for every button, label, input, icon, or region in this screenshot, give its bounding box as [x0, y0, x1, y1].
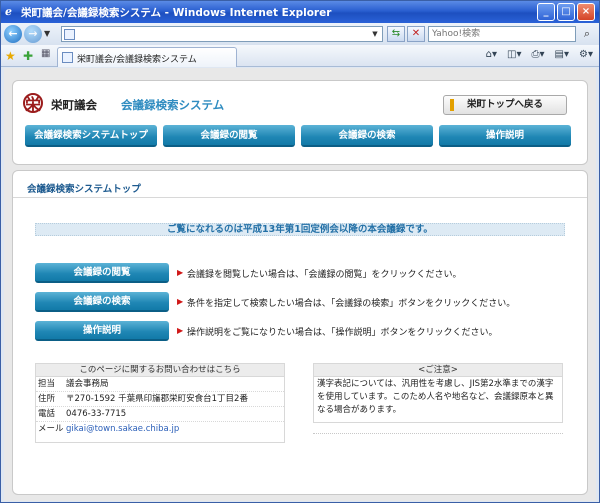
tab-bar: ★ ✚ ▦ 栄町議会/会議録検索システム ⌂▾ ◫▾ ⎙▾ ▤▾ ⚙▾: [1, 45, 599, 67]
town-top-button-label: 栄町トップへ戻る: [466, 99, 543, 110]
contact-row: メール gikai@town.sakae.chiba.jp: [36, 422, 284, 437]
note-box: <ご注意> 漢字表記については、汎用性を考慮し、JIS第2水準までの漢字を使用し…: [313, 363, 563, 423]
browse-description: 会議録を閲覧したい場合は、「会議録の閲覧」をクリックください。: [187, 270, 462, 280]
back-button[interactable]: ←: [4, 25, 22, 43]
contact-label: 住所: [38, 394, 56, 404]
search-input[interactable]: [429, 27, 561, 41]
help-button[interactable]: 操作説明: [35, 321, 169, 341]
search-button[interactable]: 会議録の検索: [35, 292, 169, 312]
button-marker-icon: [450, 99, 454, 111]
header-card: 栄 栄町議会 会議録検索システム 栄町トップへ戻る 会議録検索システムトップ 会…: [12, 80, 588, 165]
window-controls: _ □ ×: [537, 3, 595, 21]
search-description: 条件を指定して検索したい場合は、「会議録の検索」ボタンをクリックください。: [187, 299, 516, 309]
arrow-right-icon: ▶: [177, 326, 184, 335]
contact-row: 電話 0476-33-7715: [36, 407, 284, 422]
notice-banner: ご覧になれるのは平成13年第1回定例会以降の本会議録です。: [35, 223, 565, 236]
add-favorite-icon[interactable]: ✚: [23, 49, 33, 63]
favorites-star-icon[interactable]: ★: [5, 49, 16, 63]
browser-window: ℯ 栄町議会/会議録検索システム - Windows Internet Expl…: [0, 0, 600, 503]
contact-row: 住所 〒270-1592 千葉県印旛郡栄町安食台1丁目2番: [36, 392, 284, 407]
close-button[interactable]: ×: [577, 3, 595, 21]
tab-current[interactable]: 栄町議会/会議録検索システム: [57, 47, 237, 67]
home-icon[interactable]: ⌂▾: [486, 49, 497, 60]
search-box[interactable]: [428, 26, 576, 42]
main-card: 会議録検索システムトップ ご覧になれるのは平成13年第1回定例会以降の本会議録で…: [12, 170, 588, 495]
window-title: 栄町議会/会議録検索システム - Windows Internet Explor…: [21, 7, 332, 19]
contact-label: メール: [38, 424, 64, 434]
divider: [13, 197, 587, 198]
contact-label: 担当: [38, 379, 56, 389]
arrow-right-icon: ▶: [177, 297, 184, 306]
title-bar: ℯ 栄町議会/会議録検索システム - Windows Internet Expl…: [1, 1, 599, 23]
page-menu-icon[interactable]: ▤▾: [555, 49, 569, 60]
section-title: 会議録検索システムトップ: [27, 184, 141, 195]
town-emblem-icon: 栄: [23, 93, 43, 114]
page-icon: [64, 29, 75, 40]
refresh-button[interactable]: ⇆: [387, 26, 405, 42]
contact-value: 0476-33-7715: [66, 409, 127, 419]
stop-button[interactable]: ✕: [407, 26, 425, 42]
tools-gear-icon[interactable]: ⚙▾: [579, 49, 593, 60]
contact-heading: このページに関するお問い合わせはこちら: [36, 364, 284, 377]
main-nav: 会議録検索システムトップ 会議録の閲覧 会議録の検索 操作説明: [25, 125, 577, 147]
feeds-icon[interactable]: ◫▾: [507, 49, 521, 60]
arrow-right-icon: ▶: [177, 268, 184, 277]
page-icon: [62, 52, 73, 63]
email-link[interactable]: gikai@town.sakae.chiba.jp: [66, 424, 179, 434]
note-heading: <ご注意>: [314, 364, 562, 377]
nav-help[interactable]: 操作説明: [439, 125, 571, 147]
note-body: 漢字表記については、汎用性を考慮し、JIS第2水準までの漢字を使用しています。こ…: [317, 379, 554, 415]
tab-list-icon[interactable]: ▦: [41, 48, 55, 64]
address-toolbar: ← → ▼ ▼ ⇆ ✕ ⌕: [1, 23, 599, 45]
nav-browse[interactable]: 会議録の閲覧: [163, 125, 295, 147]
contact-label: 電話: [38, 409, 56, 419]
print-icon[interactable]: ⎙▾: [532, 49, 545, 60]
minimize-button[interactable]: _: [537, 3, 555, 21]
maximize-button[interactable]: □: [557, 3, 575, 21]
search-icon[interactable]: ⌕: [579, 26, 595, 42]
org-name: 栄町議会: [51, 98, 97, 112]
chevron-down-icon[interactable]: ▼: [369, 28, 381, 40]
history-dropdown-icon[interactable]: ▼: [44, 29, 50, 38]
nav-system-top[interactable]: 会議録検索システムトップ: [25, 125, 157, 147]
address-field[interactable]: ▼: [61, 26, 383, 42]
forward-button[interactable]: →: [24, 25, 42, 43]
ie-logo-icon: ℯ: [5, 5, 12, 18]
browse-button[interactable]: 会議録の閲覧: [35, 263, 169, 283]
divider: [313, 433, 563, 434]
contact-value: 議会事務局: [66, 379, 109, 389]
help-description: 操作説明をご覧になりたい場合は、「操作説明」ボタンをクリックください。: [187, 328, 498, 338]
system-name: 会議録検索システム: [121, 98, 225, 112]
contact-box: このページに関するお問い合わせはこちら 担当 議会事務局 住所 〒270-1592 …: [35, 363, 285, 443]
town-top-button[interactable]: 栄町トップへ戻る: [443, 95, 567, 115]
command-bar: ⌂▾ ◫▾ ⎙▾ ▤▾ ⚙▾: [486, 49, 593, 60]
tab-label: 栄町議会/会議録検索システム: [77, 55, 197, 65]
contact-row: 担当 議会事務局: [36, 377, 284, 392]
nav-search[interactable]: 会議録の検索: [301, 125, 433, 147]
page-content: 栄 栄町議会 会議録検索システム 栄町トップへ戻る 会議録検索システムトップ 会…: [4, 68, 596, 501]
contact-value: 〒270-1592 千葉県印旛郡栄町安食台1丁目2番: [66, 394, 248, 404]
